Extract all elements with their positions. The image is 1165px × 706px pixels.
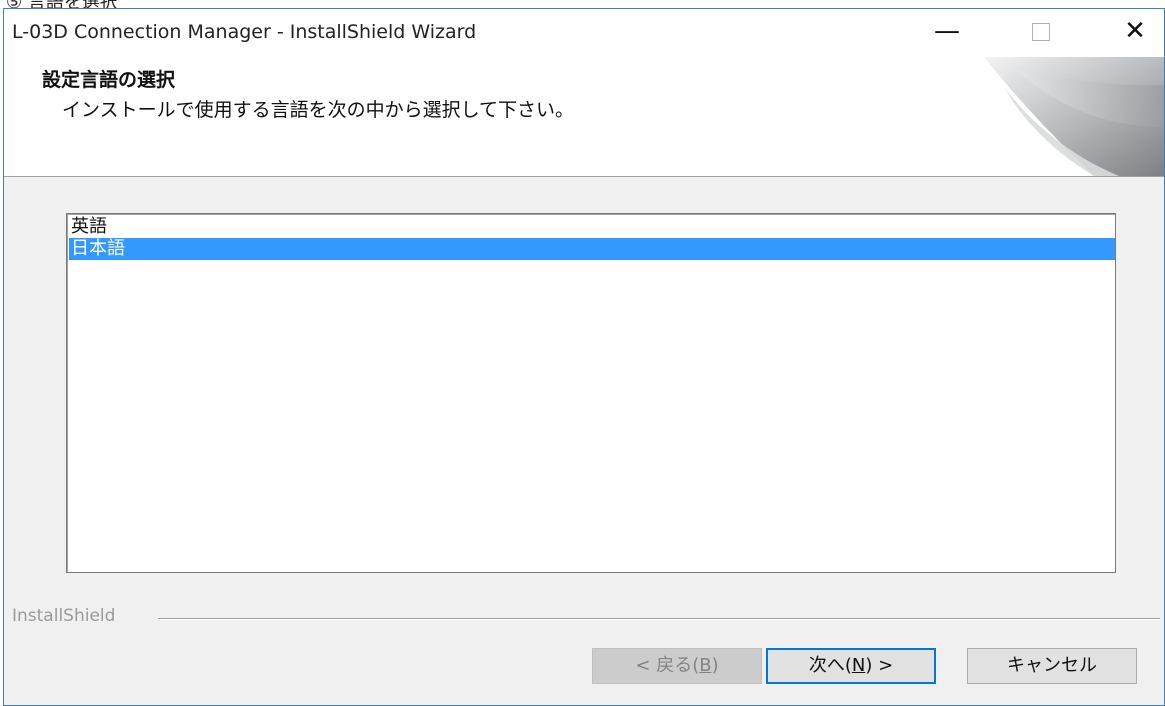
- close-icon[interactable]: ✕: [1108, 9, 1162, 53]
- maximize-icon: [1014, 9, 1068, 53]
- installer-window: L-03D Connection Manager - InstallShield…: [3, 8, 1165, 706]
- list-item-english[interactable]: 英語: [69, 216, 1115, 238]
- page-title: 設定言語の選択: [42, 69, 176, 91]
- title-bar: L-03D Connection Manager - InstallShield…: [4, 9, 1164, 57]
- back-button[interactable]: < 戻る(B): [592, 648, 762, 684]
- minimize-icon[interactable]: —: [920, 9, 974, 53]
- wizard-header: 設定言語の選択 インストールで使用する言語を次の中から選択して下さい。: [4, 57, 1164, 177]
- footer-divider: [158, 618, 1160, 620]
- installshield-logo-graphic: [984, 57, 1164, 176]
- page-subtitle: インストールで使用する言語を次の中から選択して下さい。: [62, 99, 575, 121]
- installshield-brand: InstallShield: [12, 606, 116, 626]
- window-title: L-03D Connection Manager - InstallShield…: [12, 21, 477, 43]
- next-button[interactable]: 次へ(N) >: [766, 648, 936, 684]
- cancel-button[interactable]: キャンセル: [967, 648, 1137, 684]
- language-listbox[interactable]: 英語 日本語: [66, 213, 1116, 573]
- list-item-japanese[interactable]: 日本語: [69, 238, 1115, 260]
